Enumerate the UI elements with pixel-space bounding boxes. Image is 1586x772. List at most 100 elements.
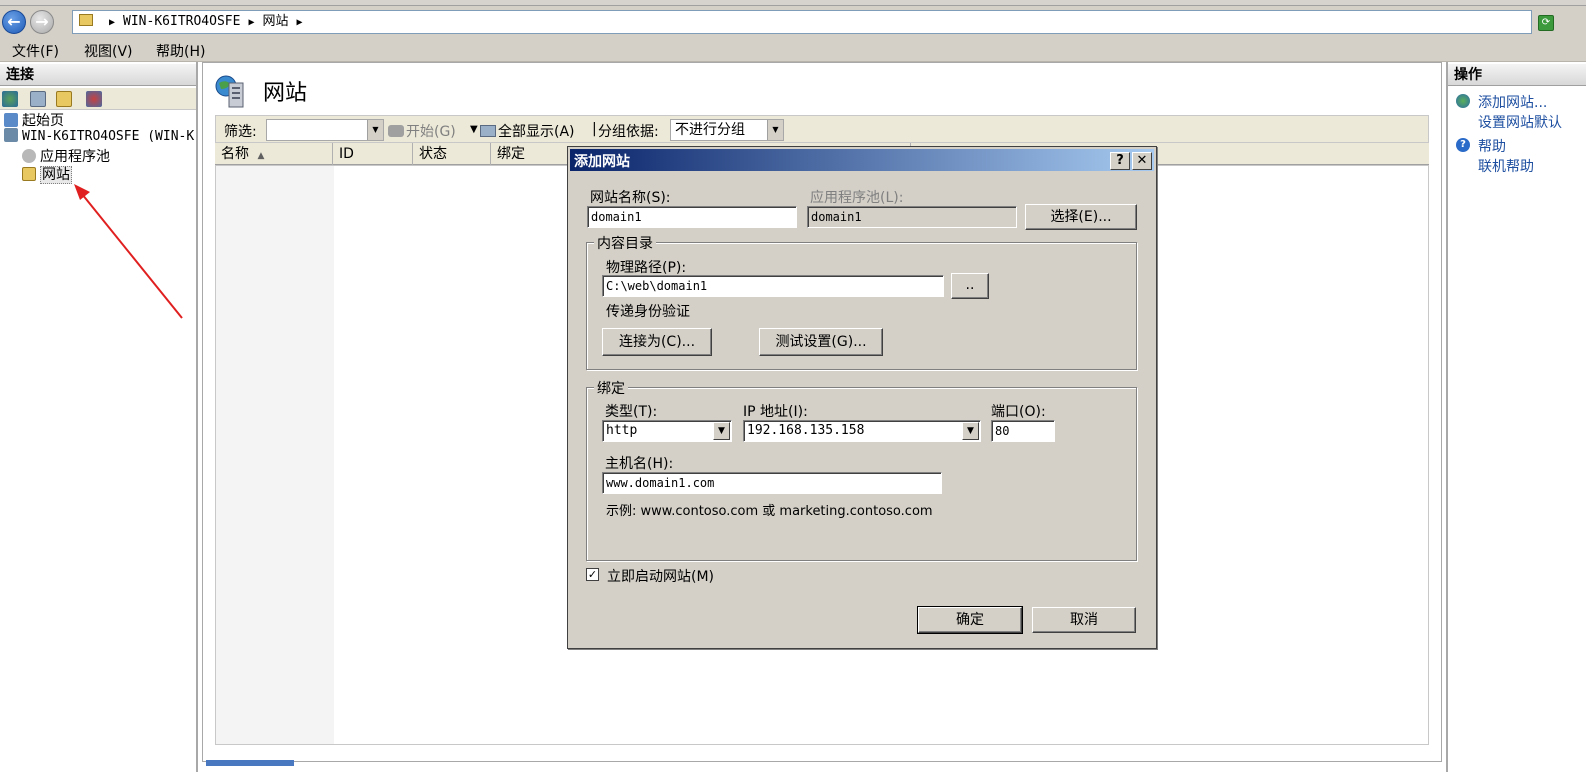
show-all-label: 全部显示(A) xyxy=(498,124,575,140)
binoculars-icon xyxy=(388,125,404,137)
select-app-pool-button[interactable]: 选择(E)... xyxy=(1025,204,1137,230)
app-pool-label: 应用程序池(L): xyxy=(810,190,904,206)
tree-item-sites[interactable]: 网站 xyxy=(22,164,72,184)
sites-globe-icon xyxy=(215,75,244,108)
breadcrumb-separator-icon: ▶ xyxy=(296,17,303,28)
tree-label: WIN-K6ITRO4OSFE (WIN-K xyxy=(22,129,195,144)
page-title: 网站 xyxy=(263,81,308,106)
connections-panel: 连接 起始页 WIN-K6ITRO4OSFE (WIN-K 应用程序池 网站 xyxy=(0,62,198,772)
pass-through-auth-label: 传递身份验证 xyxy=(606,304,690,320)
menu-file[interactable]: 文件(F) xyxy=(12,41,59,61)
dialog-title: 添加网站 xyxy=(574,154,630,170)
app-pool-icon xyxy=(22,149,36,163)
binding-legend: 绑定 xyxy=(594,378,628,398)
hostname-example-text: 示例: www.contoso.com 或 marketing.contoso.… xyxy=(606,504,933,519)
column-name[interactable]: 名称 ▲ xyxy=(215,143,333,165)
help-icon: ? xyxy=(1456,138,1470,152)
actions-title: 操作 xyxy=(1448,64,1586,86)
add-website-dialog: 添加网站 ? ✕ 网站名称(S): domain1 应用程序池(L): doma… xyxy=(567,146,1157,649)
port-label: 端口(O): xyxy=(991,404,1046,420)
up-folder-icon[interactable] xyxy=(56,91,72,107)
physical-path-label: 物理路径(P): xyxy=(606,260,687,276)
physical-path-input[interactable]: C:\web\domain1 xyxy=(602,275,944,297)
back-arrow-icon: ← xyxy=(7,12,21,31)
toolbar-separator: | xyxy=(592,121,597,137)
breadcrumb-separator-icon: ▶ xyxy=(109,17,116,28)
breadcrumb-sites[interactable]: 网站 xyxy=(262,14,288,29)
port-input[interactable]: 80 xyxy=(991,420,1055,442)
start-site-label[interactable]: 立即启动网站(M) xyxy=(607,566,714,586)
back-button[interactable]: ← xyxy=(2,10,26,34)
actions-panel: 操作 添加网站... 设置网站默认 ? 帮助 联机帮助 xyxy=(1446,62,1586,772)
connections-title: 连接 xyxy=(0,64,196,86)
forward-button[interactable]: → xyxy=(30,10,54,34)
start-page-icon xyxy=(4,113,18,127)
add-site-link[interactable]: 添加网站... xyxy=(1478,92,1547,112)
group-by-label: 分组依据: xyxy=(598,124,659,140)
show-all-button[interactable]: 全部显示(A) xyxy=(480,121,575,141)
ip-address-value: 192.168.135.158 xyxy=(747,423,865,438)
save-icon[interactable] xyxy=(30,91,46,107)
online-help-link[interactable]: 联机帮助 xyxy=(1478,156,1534,176)
tree-item-start-page[interactable]: 起始页 xyxy=(4,110,64,130)
test-settings-button[interactable]: 测试设置(G)... xyxy=(759,328,883,356)
name-column-shade xyxy=(216,166,334,744)
breadcrumb-separator-icon: ▶ xyxy=(248,17,255,28)
chevron-down-icon[interactable]: ▼ xyxy=(962,422,979,440)
menu-view[interactable]: 视图(V) xyxy=(84,41,133,61)
column-status[interactable]: 状态 xyxy=(413,143,491,165)
dialog-help-button[interactable]: ? xyxy=(1110,152,1130,170)
ok-button[interactable]: 确定 xyxy=(917,606,1023,634)
address-bar[interactable]: ▶ WIN-K6ITRO4OSFE ▶ 网站 ▶ xyxy=(72,10,1532,34)
start-site-checkbox[interactable]: ✓ xyxy=(586,568,599,581)
connect-icon[interactable] xyxy=(2,91,18,107)
start-filter-label: 开始(G) xyxy=(406,124,456,140)
site-name-input[interactable]: domain1 xyxy=(587,206,797,228)
sites-folder-icon xyxy=(22,167,36,181)
content-directory-legend: 内容目录 xyxy=(594,233,656,253)
chevron-down-icon[interactable]: ▼ xyxy=(713,422,730,440)
chevron-down-icon[interactable]: ▼ xyxy=(367,120,383,140)
features-view-tab[interactable] xyxy=(206,760,294,766)
sort-ascending-icon: ▲ xyxy=(257,151,265,161)
ip-address-select[interactable]: 192.168.135.158 ▼ xyxy=(743,420,981,442)
filter-bar: 筛选: ▼ 开始(G) ▼ 全部显示(A) | 分组依据: 不进行分组 ▼ xyxy=(215,115,1429,143)
menu-help[interactable]: 帮助(H) xyxy=(156,41,205,61)
hostname-input[interactable]: www.domain1.com xyxy=(602,472,942,494)
annotation-arrow-icon xyxy=(74,184,183,319)
dialog-close-button[interactable]: ✕ xyxy=(1132,152,1152,170)
filter-label: 筛选: xyxy=(224,124,257,140)
connect-as-button[interactable]: 连接为(C)... xyxy=(602,328,712,356)
tree-label: 应用程序池 xyxy=(40,149,110,165)
site-folder-icon xyxy=(79,14,93,26)
hostname-label: 主机名(H): xyxy=(605,456,674,472)
chevron-down-icon[interactable]: ▼ xyxy=(767,120,783,140)
refresh-icon[interactable]: ⟳ xyxy=(1538,15,1554,31)
chevron-down-icon[interactable]: ▼ xyxy=(470,124,478,135)
server-icon xyxy=(4,128,18,142)
show-all-icon xyxy=(480,125,496,137)
disconnect-icon[interactable] xyxy=(86,91,102,107)
app-pool-input: domain1 xyxy=(807,206,1017,228)
connections-toolbar xyxy=(0,88,196,110)
group-by-select[interactable]: 不进行分组 ▼ xyxy=(670,119,784,141)
address-row: ← → ▶ WIN-K6ITRO4OSFE ▶ 网站 ▶ ⟳ xyxy=(0,6,1586,38)
binding-type-select[interactable]: http ▼ xyxy=(602,420,732,442)
dialog-titlebar[interactable]: 添加网站 ? ✕ xyxy=(570,149,1154,171)
tree-label: 起始页 xyxy=(22,113,64,129)
filter-input[interactable]: ▼ xyxy=(266,119,384,141)
type-label: 类型(T): xyxy=(605,404,658,420)
column-label: 名称 xyxy=(221,146,249,162)
browse-path-button[interactable]: .. xyxy=(951,273,989,299)
cancel-button[interactable]: 取消 xyxy=(1032,607,1136,633)
group-by-value: 不进行分组 xyxy=(675,122,745,138)
column-id[interactable]: ID xyxy=(333,143,413,165)
add-site-icon xyxy=(1456,94,1470,108)
help-link[interactable]: 帮助 xyxy=(1478,136,1506,156)
tree-item-app-pools[interactable]: 应用程序池 xyxy=(22,146,110,166)
tree-item-server[interactable]: WIN-K6ITRO4OSFE (WIN-K xyxy=(4,128,194,144)
set-site-defaults-link[interactable]: 设置网站默认 xyxy=(1478,112,1562,132)
breadcrumb-server[interactable]: WIN-K6ITRO4OSFE xyxy=(123,14,240,29)
start-filter-button[interactable]: 开始(G) xyxy=(388,121,456,141)
ip-address-label: IP 地址(I): xyxy=(743,404,808,420)
